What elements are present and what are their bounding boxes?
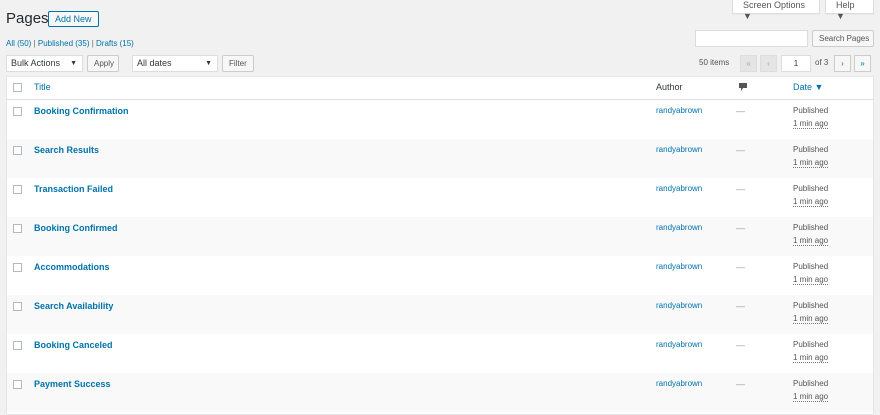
author-link[interactable]: randyabrown [656, 145, 702, 154]
page-title-link[interactable]: Booking Confirmed [34, 223, 118, 233]
row-checkbox[interactable] [13, 302, 22, 311]
author-link[interactable]: randyabrown [656, 223, 702, 232]
dates-select[interactable]: All dates ▼ [132, 55, 218, 72]
filter-published-link[interactable]: Published (35) [38, 39, 90, 48]
table-row: Booking Canceled randyabrown — Published… [7, 334, 873, 373]
publish-time: 1 min ago [793, 119, 829, 129]
page-title-link[interactable]: Accommodations [34, 262, 110, 272]
publish-time: 1 min ago [793, 353, 829, 363]
row-checkbox[interactable] [13, 380, 22, 389]
comment-count: — [736, 184, 745, 194]
total-pages: of 3 [815, 58, 829, 67]
table-row: Transaction Failed randyabrown — Publish… [7, 178, 873, 217]
author-link[interactable]: randyabrown [656, 106, 702, 115]
page-title-link[interactable]: Booking Canceled [34, 340, 113, 350]
search-input[interactable] [695, 30, 808, 47]
publish-time: 1 min ago [793, 236, 829, 246]
date-column-header[interactable]: Date ▼ [793, 82, 823, 92]
apply-button[interactable]: Apply [87, 55, 119, 72]
publish-status: Published [793, 145, 829, 154]
screen-options-button[interactable]: Screen Options ▼ [732, 0, 820, 21]
publish-status: Published [793, 379, 829, 388]
next-page-button[interactable]: › [834, 55, 851, 72]
author-column-header: Author [656, 82, 683, 92]
publish-status: Published [793, 262, 829, 271]
search-pages-button[interactable]: Search Pages [812, 30, 874, 47]
comment-count: — [736, 262, 745, 272]
publish-time: 1 min ago [793, 392, 829, 402]
bulk-actions-value: Bulk Actions [11, 58, 61, 68]
publish-time: 1 min ago [793, 275, 829, 285]
comment-count: — [736, 106, 745, 116]
first-page-button: « [740, 55, 757, 72]
help-button[interactable]: Help ▼ [825, 0, 874, 21]
table-row: Accommodations randyabrown — Published 1… [7, 256, 873, 295]
status-filters: All (50) | Published (35) | Drafts (15) [6, 39, 134, 48]
table-row: Booking Confirmed randyabrown — Publishe… [7, 217, 873, 256]
comment-count: — [736, 340, 745, 350]
publish-status: Published [793, 301, 829, 310]
row-checkbox[interactable] [13, 224, 22, 233]
filter-separator: | [33, 39, 36, 48]
filter-separator: | [91, 39, 94, 48]
filter-all-link[interactable]: All (50) [6, 39, 31, 48]
prev-page-button: ‹ [760, 55, 777, 72]
row-checkbox[interactable] [13, 263, 22, 272]
page-title: Pages [6, 10, 49, 27]
comment-icon[interactable] [738, 82, 748, 94]
comment-count: — [736, 145, 745, 155]
comment-count: — [736, 379, 745, 389]
row-checkbox[interactable] [13, 185, 22, 194]
author-link[interactable]: randyabrown [656, 340, 702, 349]
comment-count: — [736, 301, 745, 311]
table-row: Search Availability randyabrown — Publis… [7, 295, 873, 334]
author-link[interactable]: randyabrown [656, 379, 702, 388]
table-row: Payment Success randyabrown — Published … [7, 373, 873, 412]
publish-time: 1 min ago [793, 158, 829, 168]
dropdown-arrow-icon: ▼ [70, 60, 77, 67]
publish-status: Published [793, 223, 829, 232]
page-title-link[interactable]: Payment Success [34, 379, 111, 389]
author-link[interactable]: randyabrown [656, 301, 702, 310]
pages-table: Title Author Date ▼ Booking Confirmation… [6, 76, 874, 415]
table-row: Booking Confirmation randyabrown — Publi… [7, 100, 873, 139]
publish-status: Published [793, 340, 829, 349]
row-checkbox[interactable] [13, 341, 22, 350]
select-all-checkbox[interactable] [13, 83, 22, 92]
table-row: Search Results randyabrown — Published 1… [7, 139, 873, 178]
page-title-link[interactable]: Transaction Failed [34, 184, 113, 194]
title-column-header[interactable]: Title [34, 82, 51, 92]
page-title-link[interactable]: Booking Confirmation [34, 106, 129, 116]
filter-button[interactable]: Filter [222, 55, 254, 72]
publish-time: 1 min ago [793, 314, 829, 324]
filter-drafts-link[interactable]: Drafts (15) [96, 39, 134, 48]
current-page-input[interactable]: 1 [781, 55, 811, 72]
dates-value: All dates [137, 58, 172, 68]
comment-count: — [736, 223, 745, 233]
publish-status: Published [793, 184, 829, 193]
items-count: 50 items [699, 58, 730, 67]
row-checkbox[interactable] [13, 146, 22, 155]
row-checkbox[interactable] [13, 107, 22, 116]
publish-time: 1 min ago [793, 197, 829, 207]
page-title-link[interactable]: Search Availability [34, 301, 113, 311]
author-link[interactable]: randyabrown [656, 262, 702, 271]
bulk-actions-select[interactable]: Bulk Actions ▼ [6, 55, 83, 72]
last-page-button[interactable]: » [854, 55, 871, 72]
page-title-link[interactable]: Search Results [34, 145, 99, 155]
author-link[interactable]: randyabrown [656, 184, 702, 193]
add-new-button[interactable]: Add New [48, 11, 99, 27]
table-header: Title Author Date ▼ [7, 77, 873, 100]
publish-status: Published [793, 106, 829, 115]
dropdown-arrow-icon: ▼ [205, 60, 212, 67]
